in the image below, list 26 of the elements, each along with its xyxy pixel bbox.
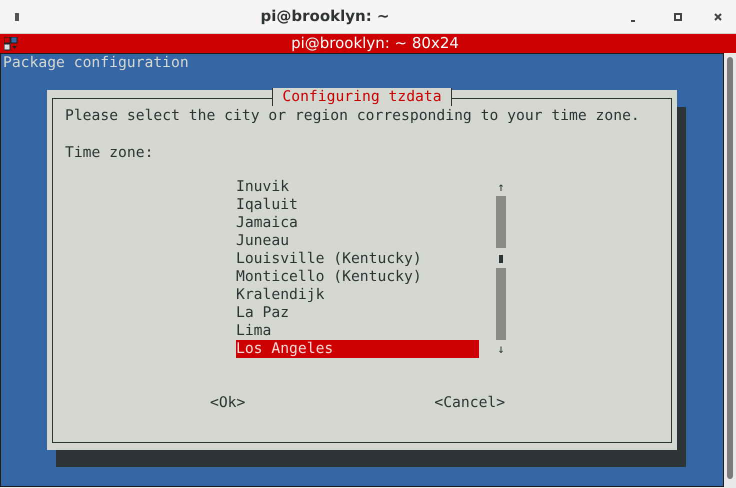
time-zone-label: Time zone: xyxy=(65,144,154,162)
time-zone-option[interactable]: Monticello (Kentucky) xyxy=(236,268,479,286)
terminal-icon[interactable] xyxy=(4,36,18,50)
terminal-title: pi@brooklyn: ~ 80x24 xyxy=(290,34,460,53)
scroll-up-arrow[interactable]: ↑ xyxy=(497,178,505,196)
dialog-button[interactable]: <Ok> xyxy=(210,394,246,412)
scrollbar-thumb[interactable] xyxy=(727,57,733,479)
time-zone-option[interactable]: La Paz xyxy=(236,304,479,322)
prompt-text: Please select the city or region corresponding to your time zone. xyxy=(65,107,640,125)
dialog-button[interactable]: <Cancel> xyxy=(434,394,506,412)
time-zone-option[interactable]: Juneau xyxy=(236,232,479,250)
scrollbar-drawing[interactable] xyxy=(496,196,506,340)
time-zone-option[interactable]: Kralendijk xyxy=(236,286,479,304)
header-text: Package configuration xyxy=(3,54,189,72)
time-zone-option[interactable]: Los Angeles xyxy=(236,340,479,358)
dialog-title: Configuring tzdata xyxy=(272,88,452,106)
time-zone-option[interactable]: Iqaluit xyxy=(236,196,479,214)
window-title: pi@brooklyn: ~ xyxy=(260,6,390,28)
time-zone-option[interactable]: Louisville (Kentucky) xyxy=(236,250,479,268)
time-zone-option[interactable]: Jamaica xyxy=(236,214,479,232)
scroll-down-arrow[interactable]: ↓ xyxy=(497,340,505,358)
window-menu-icon[interactable] xyxy=(14,12,20,20)
time-zone-option[interactable]: Inuvik xyxy=(236,178,479,196)
time-zone-option[interactable]: Lima xyxy=(236,322,479,340)
maximize-icon[interactable] xyxy=(674,12,682,20)
close-icon[interactable] xyxy=(714,12,722,20)
